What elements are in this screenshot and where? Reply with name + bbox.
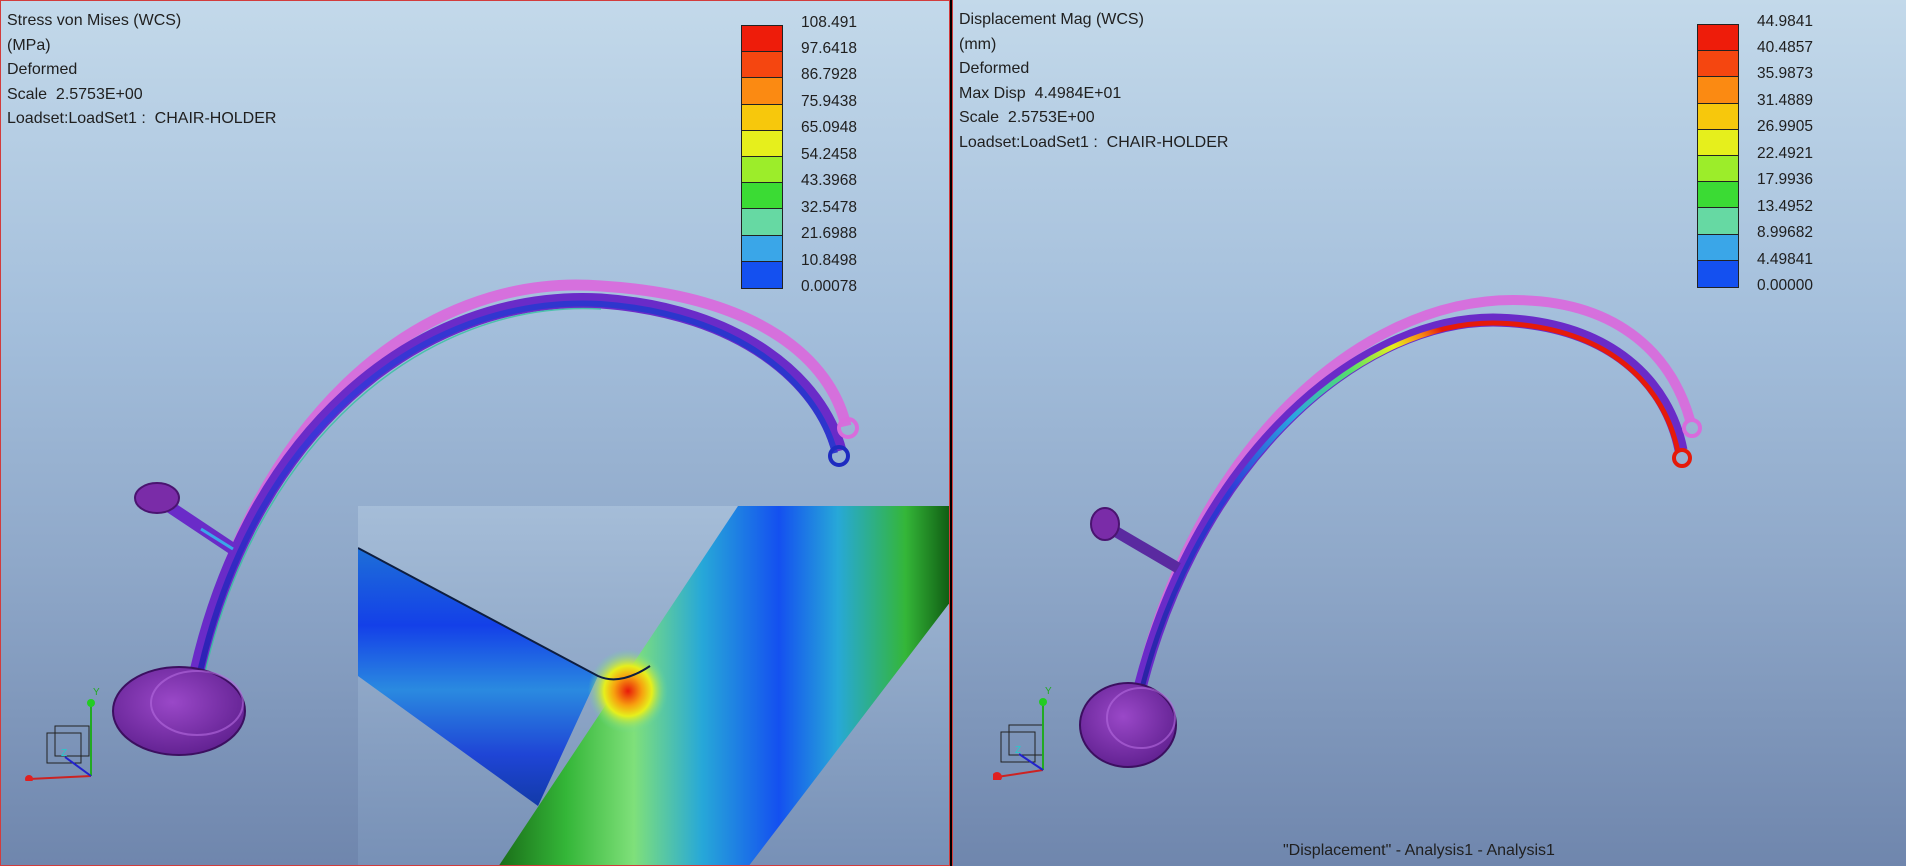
deformed-arm: [1126, 313, 1688, 720]
side-stub-cap: [134, 482, 180, 514]
side-stub: [1105, 522, 1181, 573]
analysis-footer: "Displacement" - Analysis1 - Analysis1: [1283, 842, 1555, 859]
triad-z-label: Z: [61, 748, 67, 759]
tip-ring-undeformed: [1682, 418, 1702, 438]
coordinate-triad: Y Z: [25, 687, 100, 781]
base-mount: [1079, 682, 1177, 768]
displacement-model-view[interactable]: [953, 0, 1906, 866]
side-stub-cap: [1090, 507, 1120, 541]
inset-stress-hotspot: [588, 649, 668, 733]
triad-y-label: Y: [93, 687, 100, 698]
coordinate-triad: Y Z: [993, 686, 1052, 780]
stress-viewport[interactable]: Stress von Mises (WCS) (MPa) Deformed Sc…: [0, 0, 950, 866]
tip-ring-deformed: [1672, 448, 1692, 468]
stress-detail-inset: [358, 506, 949, 865]
triad-y-label: Y: [1045, 686, 1052, 697]
arm-displacement-band: [1132, 320, 1681, 719]
displacement-viewport[interactable]: Displacement Mag (WCS) (mm) Deformed Max…: [952, 0, 1906, 866]
triad-z-label: Z: [1015, 745, 1021, 756]
base-mount: [112, 666, 246, 756]
